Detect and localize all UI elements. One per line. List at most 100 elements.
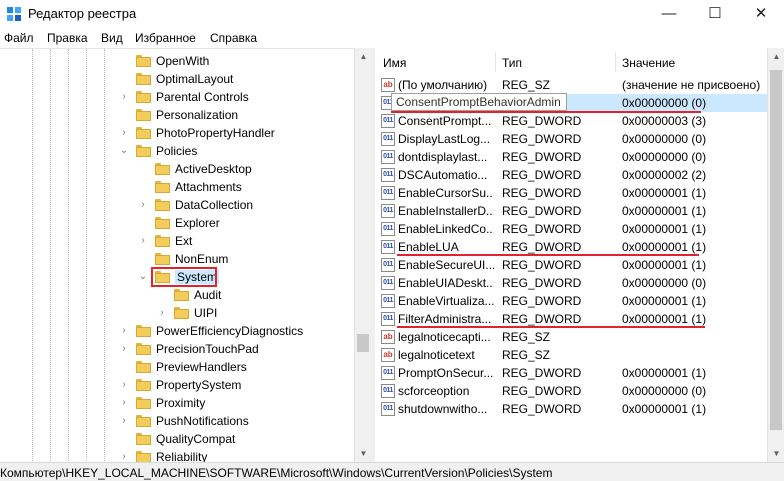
folder-icon: [155, 253, 170, 265]
chevron-down-icon[interactable]: ⌄: [118, 144, 130, 158]
tree-item-label: PushNotifications: [156, 414, 249, 428]
chevron-right-icon[interactable]: ›: [118, 342, 130, 356]
expander-icon[interactable]: [118, 432, 130, 446]
column-value-header[interactable]: Значение: [622, 56, 675, 70]
tree-item-qualitycompat[interactable]: QualityCompat: [0, 430, 354, 448]
chevron-right-icon[interactable]: ›: [137, 234, 149, 248]
tree-item-proximity[interactable]: › Proximity: [0, 394, 354, 412]
binary-value-icon: 011: [381, 150, 395, 164]
folder-icon: [136, 73, 151, 85]
tree-item-propertysystem[interactable]: › PropertySystem: [0, 376, 354, 394]
menu-edit[interactable]: Правка: [47, 31, 88, 45]
scroll-thumb[interactable]: [770, 70, 782, 430]
chevron-right-icon[interactable]: ›: [118, 414, 130, 428]
menu-help[interactable]: Справка: [210, 31, 257, 45]
value-name: dontdisplaylast...: [398, 150, 488, 164]
value-row[interactable]: 011 EnableLinkedCo... REG_DWORD 0x000000…: [375, 220, 767, 238]
tree-item-parental-controls[interactable]: › Parental Controls: [0, 88, 354, 106]
close-button[interactable]: ✕: [738, 0, 784, 28]
tree-item-previewhandlers[interactable]: PreviewHandlers: [0, 358, 354, 376]
expander-icon[interactable]: [118, 54, 130, 68]
value-row[interactable]: 011 EnableUIADeskt... REG_DWORD 0x000000…: [375, 274, 767, 292]
scroll-down-arrow-icon[interactable]: ▼: [768, 445, 784, 462]
chevron-right-icon[interactable]: ›: [118, 396, 130, 410]
chevron-right-icon[interactable]: ›: [118, 126, 130, 140]
value-row[interactable]: 011 DisplayLastLog... REG_DWORD 0x000000…: [375, 130, 767, 148]
tree-item-optimallayout[interactable]: OptimalLayout: [0, 70, 354, 88]
maximize-button[interactable]: ☐: [692, 0, 738, 28]
tree-item-pushnotifications[interactable]: › PushNotifications: [0, 412, 354, 430]
value-row[interactable]: 011 EnableSecureUI... REG_DWORD 0x000000…: [375, 256, 767, 274]
values-scrollbar[interactable]: ▲ ▼: [767, 48, 784, 462]
tree-item-activedesktop[interactable]: ActiveDesktop: [0, 160, 354, 178]
tree-item-label: Explorer: [175, 216, 220, 230]
chevron-right-icon[interactable]: ›: [118, 378, 130, 392]
tree-item-personalization[interactable]: Personalization: [0, 106, 354, 124]
chevron-right-icon[interactable]: ›: [118, 324, 130, 338]
string-value-icon: ab: [381, 348, 395, 362]
value-row[interactable]: 011 EnableVirtualiza... REG_DWORD 0x0000…: [375, 292, 767, 310]
binary-value-icon: 011: [381, 366, 395, 380]
tree-item-powerefficiencydiagnostics[interactable]: › PowerEfficiencyDiagnostics: [0, 322, 354, 340]
expander-icon[interactable]: [156, 288, 168, 302]
chevron-down-icon[interactable]: ⌄: [137, 270, 149, 284]
column-separator[interactable]: [495, 52, 496, 72]
tree-item-policies[interactable]: ⌄ Policies: [0, 142, 354, 160]
expander-icon[interactable]: [137, 252, 149, 266]
expander-icon[interactable]: [137, 180, 149, 194]
tree-item-attachments[interactable]: Attachments: [0, 178, 354, 196]
tree-item-photopropertyhandler[interactable]: › PhotoPropertyHandler: [0, 124, 354, 142]
value-row[interactable]: 011 EnableInstallerD... REG_DWORD 0x0000…: [375, 202, 767, 220]
value-row[interactable]: 011 ConsentPrompt... REG_DWORD 0x0000000…: [375, 112, 767, 130]
scroll-up-arrow-icon[interactable]: ▲: [355, 48, 372, 65]
tree-item-openwith[interactable]: OpenWith: [0, 52, 354, 70]
value-row[interactable]: ab (По умолчанию) REG_SZ (значение не пр…: [375, 76, 767, 94]
value-data: 0x00000001 (1): [622, 186, 707, 200]
tree-item-explorer[interactable]: Explorer: [0, 214, 354, 232]
value-row[interactable]: 011 EnableCursorSu... REG_DWORD 0x000000…: [375, 184, 767, 202]
scroll-down-arrow-icon[interactable]: ▼: [355, 445, 372, 462]
expander-icon[interactable]: [118, 360, 130, 374]
value-row[interactable]: 011 PromptOnSecur... REG_DWORD 0x0000000…: [375, 364, 767, 382]
value-row[interactable]: 011 FilterAdministra... REG_DWORD 0x0000…: [375, 310, 767, 328]
tree-item-nonenum[interactable]: NonEnum: [0, 250, 354, 268]
rename-input[interactable]: ConsentPromptBehaviorAdmin: [391, 93, 567, 111]
chevron-right-icon[interactable]: ›: [156, 306, 168, 320]
value-row[interactable]: ab legalnoticetext REG_SZ: [375, 346, 767, 364]
column-type-header[interactable]: Тип: [502, 56, 522, 70]
value-row[interactable]: ab legalnoticecapti... REG_SZ: [375, 328, 767, 346]
tree-item-ext[interactable]: › Ext: [0, 232, 354, 250]
value-row[interactable]: 011 dontdisplaylast... REG_DWORD 0x00000…: [375, 148, 767, 166]
menu-favorites[interactable]: Избранное: [135, 31, 196, 45]
value-row-selected[interactable]: 011 ConsentPromptBehaviorAdmin 0x0000000…: [375, 93, 767, 113]
value-name: EnableLinkedCo...: [398, 222, 494, 236]
scroll-up-arrow-icon[interactable]: ▲: [768, 48, 784, 65]
chevron-right-icon[interactable]: ›: [118, 90, 130, 104]
column-name-header[interactable]: Имя: [383, 56, 406, 70]
folder-icon: [174, 289, 189, 301]
values-list[interactable]: Имя Тип Значение ab (По умолчанию) REG_S…: [375, 48, 767, 462]
tree-item-uipi[interactable]: › UIPI: [0, 304, 354, 322]
value-row[interactable]: 011 shutdownwitho... REG_DWORD 0x0000000…: [375, 400, 767, 418]
tree-scrollbar[interactable]: ▲ ▼: [354, 48, 371, 462]
value-data: 0x00000000 (0): [622, 96, 707, 110]
key-tree[interactable]: OpenWith OptimalLayout › Parental Contro…: [0, 48, 354, 463]
tree-item-system[interactable]: ⌄ System: [0, 267, 354, 287]
minimize-button[interactable]: —: [646, 0, 692, 28]
tree-item-precisiontouchpad[interactable]: › PrecisionTouchPad: [0, 340, 354, 358]
menu-file[interactable]: Файл: [4, 31, 34, 45]
tree-item-datacollection[interactable]: › DataCollection: [0, 196, 354, 214]
value-row[interactable]: 011 EnableLUA REG_DWORD 0x00000001 (1): [375, 238, 767, 256]
value-row[interactable]: 011 scforceoption REG_DWORD 0x00000000 (…: [375, 382, 767, 400]
value-row[interactable]: 011 DSCAutomatio... REG_DWORD 0x00000002…: [375, 166, 767, 184]
expander-icon[interactable]: [118, 108, 130, 122]
expander-icon[interactable]: [137, 216, 149, 230]
menu-view[interactable]: Вид: [101, 31, 123, 45]
column-separator[interactable]: [615, 52, 616, 72]
expander-icon[interactable]: [118, 72, 130, 86]
scroll-thumb[interactable]: [357, 334, 369, 352]
tree-item-reliability[interactable]: › Reliability: [0, 448, 354, 463]
chevron-right-icon[interactable]: ›: [137, 198, 149, 212]
expander-icon[interactable]: [137, 162, 149, 176]
tree-item-audit[interactable]: Audit: [0, 286, 354, 304]
